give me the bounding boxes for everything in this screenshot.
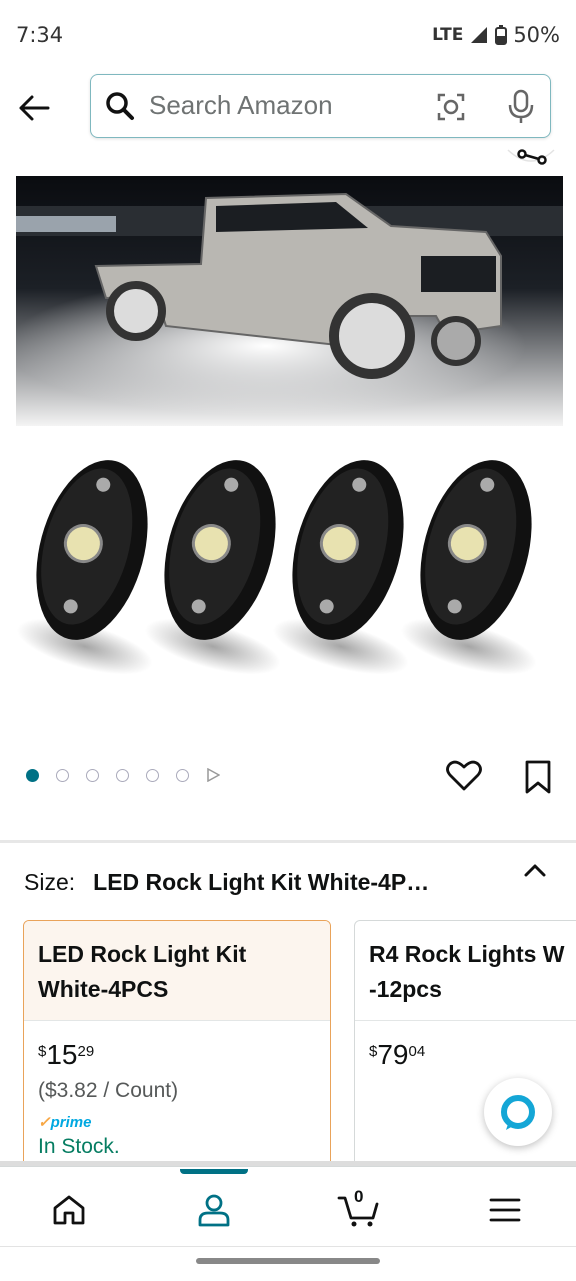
battery-icon [495,25,508,45]
bottom-navigation: 0 [0,1161,576,1247]
cart-count: 0 [354,1187,364,1206]
search-input[interactable] [149,85,419,125]
nav-menu[interactable] [480,1185,530,1235]
size-option-title: R4 Rock Lights W -12pcs [355,921,576,1021]
nav-home[interactable] [44,1185,94,1235]
share-button[interactable] [506,132,556,172]
status-bar: 7:34 LTE 50% [0,0,576,70]
menu-icon [489,1198,521,1222]
carousel-dot-2[interactable] [56,768,69,782]
chevron-up-icon [524,864,546,877]
carousel-dot-1[interactable] [26,768,39,782]
back-arrow-icon [19,95,50,121]
active-tab-indicator [180,1169,248,1174]
account-icon [198,1194,230,1227]
rock-light-4 [400,460,537,675]
unit-price: ($3.82 / Count) [38,1079,179,1102]
size-option-price: $ 15 29 [38,1039,95,1070]
size-label: Size: [24,868,76,895]
product-image-rock-lights[interactable] [0,430,576,690]
nav-account[interactable] [189,1185,239,1235]
section-divider [0,840,576,843]
microphone-icon[interactable] [506,89,536,125]
search-bar[interactable] [90,74,551,138]
battery-level: 50% [513,23,560,47]
prime-badge: ✓prime [38,1114,92,1131]
size-option-title: LED Rock Light Kit White-4PCS [24,921,330,1021]
status-time: 7:34 [16,23,64,47]
video-play-icon[interactable] [206,768,220,782]
collapse-size-button[interactable] [522,858,548,889]
search-row [0,70,576,148]
home-gesture-bar[interactable] [196,1258,380,1264]
share-icon [507,149,555,165]
image-carousel-indicator [26,768,220,782]
network-label: LTE [432,25,464,45]
product-image-truck[interactable] [16,176,563,426]
carousel-dot-6[interactable] [176,768,189,782]
carousel-dot-4[interactable] [116,768,129,782]
size-option-price: $ 79 04 [369,1039,426,1070]
status-icons: LTE 50% [432,23,560,47]
save-button[interactable] [524,760,552,799]
signal-icon [471,27,488,43]
home-icon [53,1195,85,1225]
carousel-dot-3[interactable] [86,768,99,782]
size-selector-header[interactable]: Size: LED Rock Light Kit White-4P… [24,862,554,902]
bookmark-icon [525,760,551,794]
alexa-icon [501,1095,535,1130]
nav-cart[interactable]: 0 [334,1185,384,1235]
size-option-card-1[interactable]: LED Rock Light Kit White-4PCS $ 15 29 ($… [23,920,331,1180]
search-icon [106,92,134,120]
carousel-dot-5[interactable] [146,768,159,782]
wishlist-button[interactable] [446,760,482,797]
back-button[interactable] [14,88,54,128]
alexa-button[interactable] [484,1078,552,1146]
camera-search-icon[interactable] [436,92,466,122]
stock-status: In Stock. [38,1135,120,1158]
size-selected-value: LED Rock Light Kit White-4P… [93,868,430,895]
size-option-card-2[interactable]: R4 Rock Lights W -12pcs $ 79 04 [354,920,576,1180]
heart-icon [446,760,482,791]
